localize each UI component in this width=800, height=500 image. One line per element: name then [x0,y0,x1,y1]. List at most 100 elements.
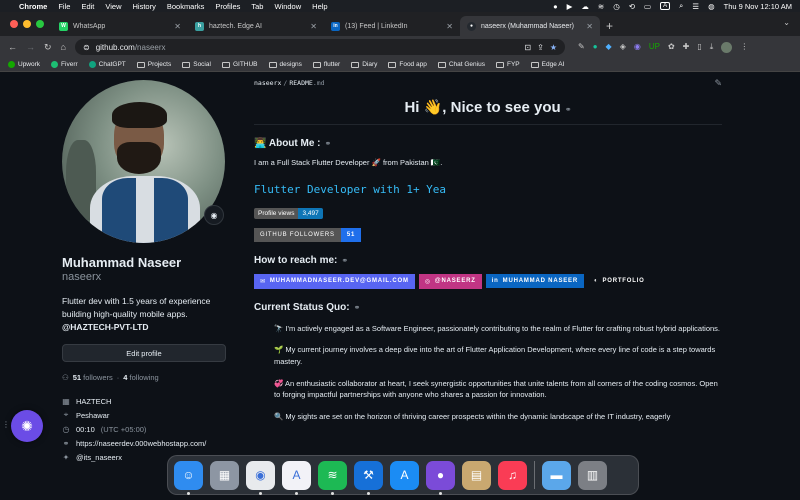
following-link[interactable]: 4 following [123,373,158,382]
dock-app-store-icon[interactable]: A [390,460,419,490]
floating-assistant-button[interactable]: ✺ [11,410,43,442]
url-text[interactable]: github.com/naseerx [96,43,519,52]
menubar-datetime[interactable]: Thu 9 Nov 12:10 AM [724,2,792,11]
tab-haztech[interactable]: h haztech. Edge AI ✕ [188,16,324,36]
edit-profile-button[interactable]: Edit profile [62,344,226,363]
close-window-button[interactable] [10,20,18,28]
close-tab-icon[interactable]: ✕ [446,22,453,31]
readme-path-user[interactable]: naseerx [254,79,281,87]
instagram-badge[interactable]: ◎ @NASEERZ [418,273,482,289]
profile-views-badge[interactable]: Profile views 3,497 [254,207,323,219]
menu-edit[interactable]: Edit [81,2,94,11]
status-emoji-icon[interactable]: ◉ [204,205,224,225]
dock-archive-utility-icon[interactable]: ▤ [462,460,491,490]
bookmark-upwork[interactable]: Upwork [8,61,40,68]
new-tab-button[interactable]: + [600,16,619,36]
cloud-icon[interactable]: ☁ [581,2,589,11]
tab-github-naseerx[interactable]: ● naseerx (Muhammad Naseer) ✕ [460,16,600,36]
microphone-icon[interactable]: ● [553,2,558,11]
cookie-extension-icon[interactable]: ◈ [620,42,626,53]
tab-linkedin[interactable]: in (13) Feed | LinkedIn ✕ [324,16,460,36]
play-icon[interactable]: ▶ [567,2,573,11]
dock-xcode-instruments-icon[interactable]: A [282,460,311,495]
email-badge[interactable]: ✉ MUHAMMADNASEER.DEV@GMAIL.COM [254,273,415,289]
bookmark-flutter[interactable]: flutter [312,61,340,68]
bookmark-github[interactable]: GITHUB [221,61,258,68]
anchor-link-icon[interactable]: ⚭ [341,256,348,265]
close-tab-icon[interactable]: ✕ [174,22,181,31]
profile-photo[interactable] [62,80,225,243]
anchor-link-icon[interactable]: ⚭ [565,105,572,114]
siri-icon[interactable]: ◍ [708,2,715,11]
forward-icon[interactable]: → [26,42,35,52]
menu-app-name[interactable]: Chrome [19,2,47,11]
dock-trash-icon[interactable]: ▥ [578,460,607,490]
menu-view[interactable]: View [105,2,121,11]
bookmark-fyp[interactable]: FYP [495,61,520,68]
dock-downloads-icon[interactable]: ▬ [542,460,571,490]
bio-org-link[interactable]: @HAZTECH-PVT-LTD [62,322,149,332]
dock-xcode-icon[interactable]: ⚒ [354,460,383,495]
edit-readme-pencil-icon[interactable]: ✎ [714,78,722,89]
dock-github-desktop-icon[interactable]: ● [426,460,455,495]
side-panel-icon[interactable]: ▯ [697,42,701,53]
bookmark-star-icon[interactable]: ★ [550,43,557,52]
dock-finder-icon[interactable]: ☺ [174,460,203,495]
share-icon[interactable]: ⇪ [537,43,544,52]
color-picker-extension-icon[interactable]: ✎ [578,42,585,53]
menu-history[interactable]: History [133,2,156,11]
zoom-window-button[interactable] [36,20,44,28]
bookmark-food-app[interactable]: Food app [388,61,427,68]
bookmark-projects[interactable]: Projects [136,61,171,68]
bookmark-fiverr[interactable]: Fiverr [51,61,78,68]
bookmark-social[interactable]: Social [182,61,211,68]
typing-svg-text[interactable]: Flutter Developer with 1+ Yea [254,183,722,196]
address-bar[interactable]: ⊜ github.com/naseerx ⊡ ⇪ ★ [74,39,565,55]
install-app-icon[interactable]: ⊡ [524,43,531,52]
time-machine-icon[interactable]: ⟲ [629,2,635,11]
linkedin-badge[interactable]: in MUHAMMAD NASEER [485,274,584,289]
bookmark-diary[interactable]: Diary [351,61,377,68]
dock-chrome-icon[interactable]: ◉ [246,460,275,495]
dock-launchpad-icon[interactable]: ▦ [210,460,239,490]
grammarly-extension-icon[interactable]: ● [593,42,598,53]
menu-help[interactable]: Help [312,2,327,11]
site-info-icon[interactable]: ⊜ [83,43,90,52]
menu-file[interactable]: File [58,2,70,11]
dock-music-icon[interactable]: ♫ [498,460,527,490]
close-tab-icon[interactable]: ✕ [310,22,317,31]
search-icon[interactable]: ⌕ [679,1,683,11]
home-icon[interactable]: ⌂ [61,42,66,52]
battery-icon[interactable]: ▭ [644,2,651,11]
control-center-icon[interactable]: ☰ [692,2,699,11]
anchor-link-icon[interactable]: ⚭ [325,139,332,148]
back-icon[interactable]: ← [8,42,17,52]
readme-path-file[interactable]: README [289,79,312,87]
wifi-icon[interactable]: ≋ [598,2,604,11]
dock-spotify-icon[interactable]: ≋ [318,460,347,495]
twitter-link[interactable]: @its_naseerx [76,453,122,462]
close-tab-icon[interactable]: ✕ [586,22,593,31]
vpn-extension-icon[interactable]: ◆ [606,42,612,53]
menu-profiles[interactable]: Profiles [215,2,240,11]
bookmark-designs[interactable]: designs [268,61,302,68]
profile-avatar[interactable] [721,41,733,53]
paw-extension-icon[interactable]: ✿ [668,42,675,53]
followers-link[interactable]: 51 followers [73,373,113,382]
menu-window[interactable]: Window [274,2,301,11]
reload-icon[interactable]: ↻ [44,42,52,53]
clock-icon[interactable]: ◷ [613,2,620,11]
bookmark-chat-genius[interactable]: Chat Genius [437,61,485,68]
portfolio-badge[interactable]: ◐ PORTFOLIO [588,274,651,289]
extensions-puzzle-icon[interactable]: ✚ [683,42,690,53]
downloads-icon[interactable]: ⤓ [710,42,714,53]
bitwarden-extension-icon[interactable]: ◉ [634,42,641,53]
tab-whatsapp[interactable]: W WhatsApp ✕ [52,16,188,36]
input-source-indicator[interactable]: A [660,2,671,10]
menu-tab[interactable]: Tab [251,2,263,11]
minimize-window-button[interactable] [23,20,31,28]
anchor-link-icon[interactable]: ⚭ [354,303,361,312]
website-link[interactable]: https://naseerdev.000webhostapp.com/ [76,439,206,448]
tab-search-icon[interactable]: ⌄ [783,18,790,27]
chrome-menu-icon[interactable]: ⋮ [740,42,748,53]
